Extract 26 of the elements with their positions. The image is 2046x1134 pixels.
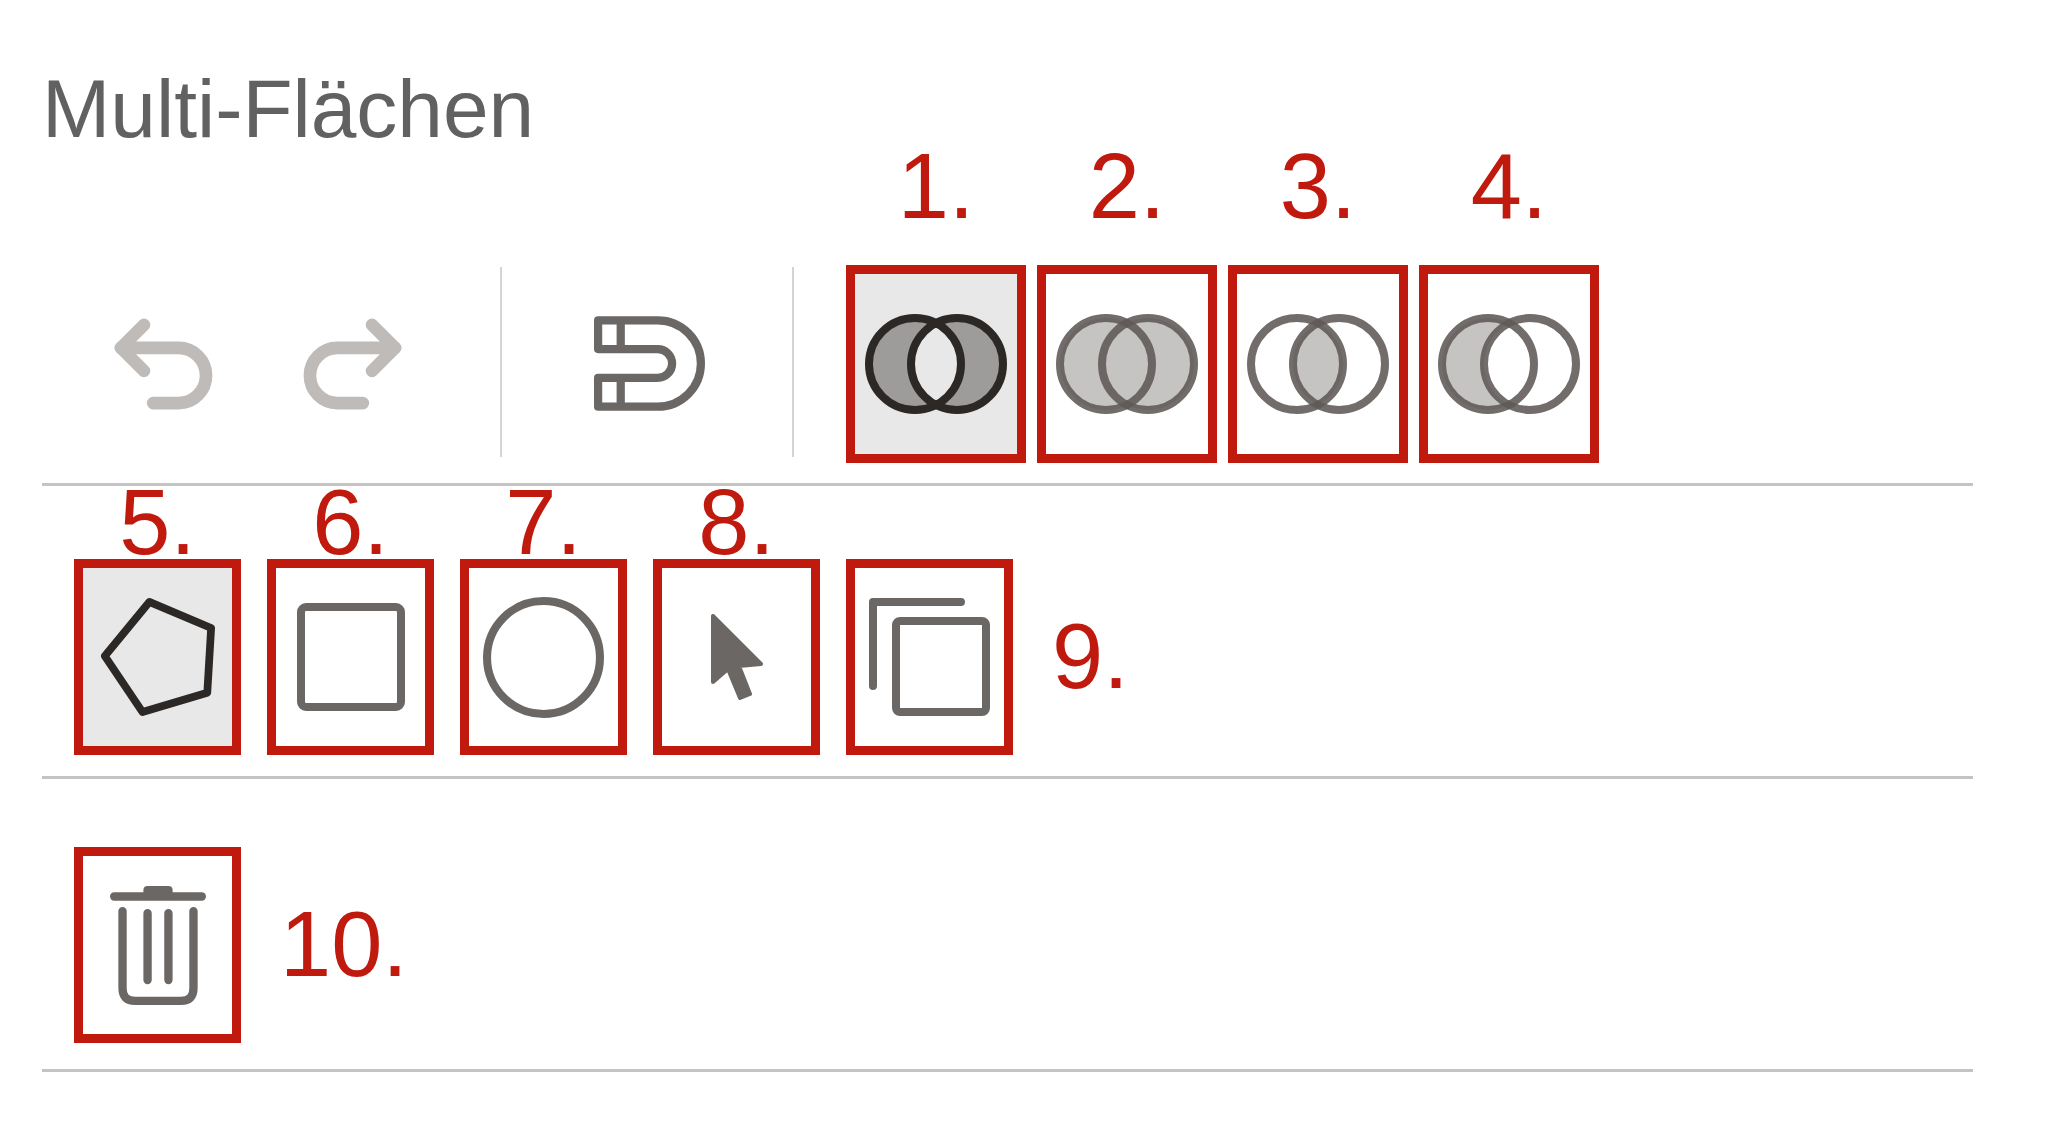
callout-number: 3. [1279,150,1357,224]
polygon-tool-button[interactable] [83,568,232,747]
callout-number: 4. [1470,150,1548,224]
square-icon [296,603,405,712]
callout-number: 5. [119,485,196,560]
exclude-overlap-button[interactable] [855,273,1017,454]
undo-icon [113,317,213,410]
copy-icon [869,598,990,717]
overlapping-circles-icon [865,313,1007,414]
pentagon-icon [100,598,215,717]
circle-icon [483,596,604,718]
pointer-icon [710,614,763,701]
overlapping-circles-icon [1247,313,1389,414]
callout-number: 10. [280,908,408,982]
callout-number: 7. [505,485,582,560]
overlapping-circles-icon [1438,313,1580,414]
callout-number: 6. [312,485,389,560]
magnet-icon [593,316,705,412]
callout-number: 9. [1052,620,1129,694]
overlapping-circles-icon [1056,313,1198,414]
redo-icon [302,317,402,410]
trash-icon [109,885,206,1006]
panel-title: Multi-Flächen [42,68,535,150]
callout-number: 1. [897,150,975,224]
callout-number: 2. [1088,150,1166,224]
callout-number: 8. [698,485,775,560]
